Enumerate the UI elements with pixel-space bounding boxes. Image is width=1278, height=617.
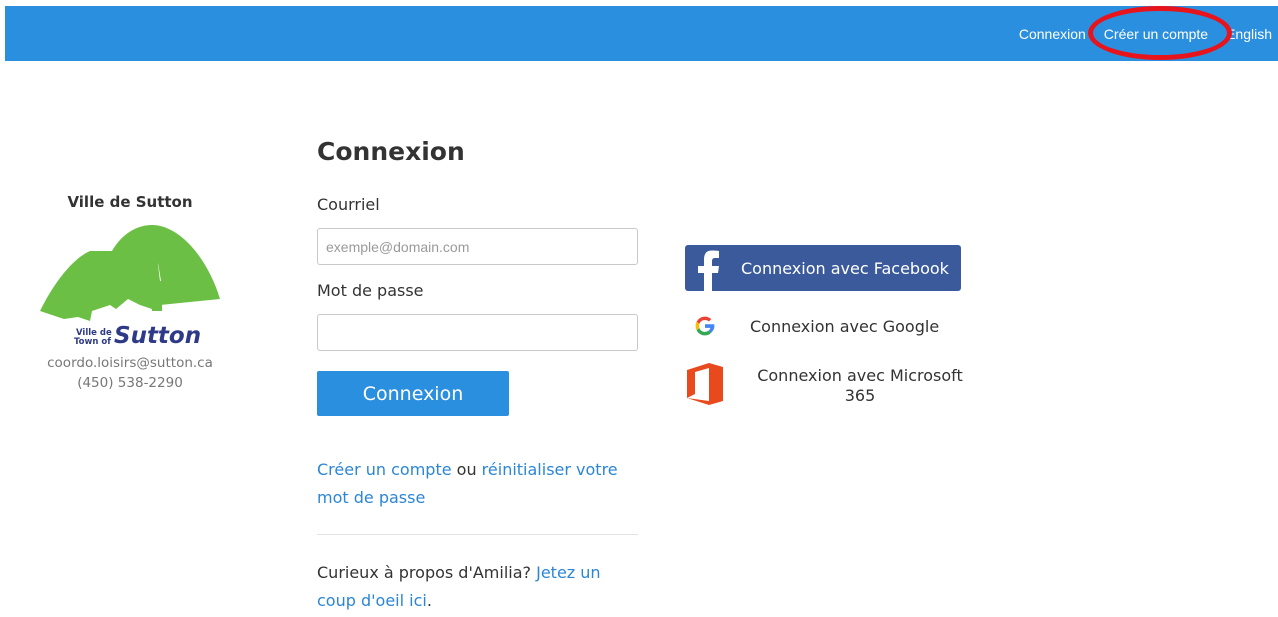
or-text: ou <box>451 460 482 479</box>
logo-small-text-2: Town of <box>74 337 111 345</box>
email-label: Courriel <box>317 195 380 214</box>
facebook-login-label: Connexion avec Facebook <box>741 258 949 278</box>
organization-panel: Ville de Sutton Ville de Town of Sutton … <box>30 193 230 393</box>
top-nav-links: Connexion Créer un compte English <box>1019 6 1272 61</box>
google-login-label: Connexion avec Google <box>750 316 940 336</box>
promo-text: Curieux à propos d'Amilia? <box>317 563 537 582</box>
login-button[interactable]: Connexion <box>317 371 509 416</box>
google-icon <box>685 306 725 346</box>
office-icon <box>685 361 725 411</box>
facebook-icon <box>685 245 731 291</box>
microsoft-login-label: Connexion avec Microsoft 365 <box>757 366 963 405</box>
organization-email: coordo.loisirs@sutton.ca <box>47 355 213 371</box>
promo-period: . <box>426 591 432 610</box>
top-navigation-bar: Connexion Créer un compte English <box>5 6 1278 61</box>
email-input[interactable] <box>317 228 638 265</box>
social-login: Connexion avec Facebook Connexion avec G… <box>685 245 965 411</box>
microsoft-login-button[interactable]: Connexion avec Microsoft 365 <box>685 361 965 411</box>
google-login-button[interactable]: Connexion avec Google <box>685 303 965 349</box>
sutton-logo: Ville de Town of Sutton <box>40 225 220 345</box>
password-input[interactable] <box>317 314 638 351</box>
nav-language-link[interactable]: English <box>1226 26 1272 42</box>
divider <box>317 534 638 535</box>
account-links: Créer un compte ou réinitialiser votre m… <box>317 456 638 512</box>
logo-large-text: Sutton <box>114 323 201 345</box>
amilia-promo: Curieux à propos d'Amilia? Jetez un coup… <box>317 559 638 615</box>
organization-phone: (450) 538-2290 <box>77 375 183 391</box>
page-title: Connexion <box>317 137 465 166</box>
facebook-login-button[interactable]: Connexion avec Facebook <box>685 245 961 291</box>
nav-login-link[interactable]: Connexion <box>1019 26 1086 42</box>
password-label: Mot de passe <box>317 281 424 300</box>
nav-create-account-link[interactable]: Créer un compte <box>1104 26 1208 42</box>
organization-name: Ville de Sutton <box>67 193 193 211</box>
login-form: Connexion Courriel Mot de passe Connexio… <box>317 134 638 615</box>
create-account-link[interactable]: Créer un compte <box>317 460 452 479</box>
